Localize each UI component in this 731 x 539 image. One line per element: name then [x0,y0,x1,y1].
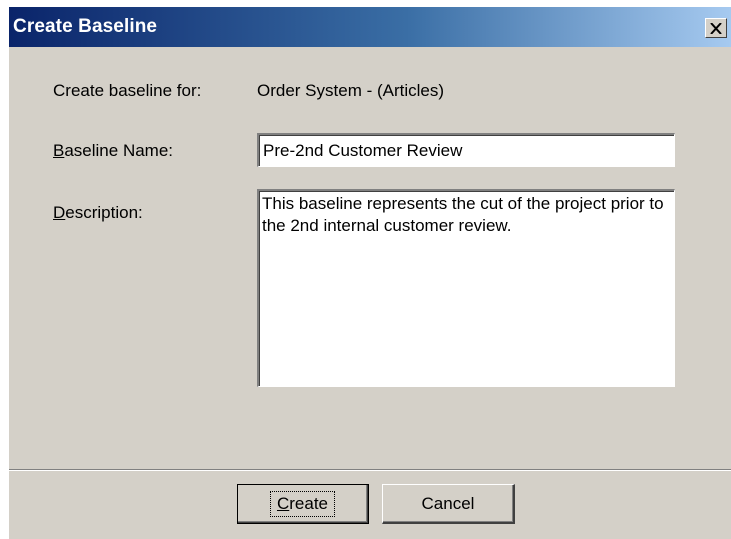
create-for-label: Create baseline for: [53,81,202,100]
baseline-name-label: Baseline Name: [53,141,173,161]
create-button[interactable]: Create [237,484,369,524]
create-baseline-dialog: Create Baseline Create baseline for: Ord… [8,6,731,539]
create-button-label: reate [289,493,329,513]
description-label: Description: [53,203,143,223]
description-textarea[interactable]: This baseline represents the cut of the … [257,189,675,387]
baseline-name-input[interactable] [257,133,675,167]
title-bar[interactable]: Create Baseline [9,7,731,47]
create-button-focus: Create [269,490,336,517]
description-label-text: escription: [65,203,143,222]
close-icon [710,22,722,34]
cancel-button[interactable]: Cancel [382,484,515,524]
close-button[interactable] [705,18,727,38]
button-separator [9,469,731,471]
baseline-name-label-text: aseline Name: [64,141,174,160]
baseline-name-mnemonic: B [53,141,65,160]
description-mnemonic: D [53,203,66,222]
create-for-value: Order System - (Articles) [257,81,445,100]
create-mnemonic: C [276,493,290,513]
window-title: Create Baseline [13,16,158,37]
